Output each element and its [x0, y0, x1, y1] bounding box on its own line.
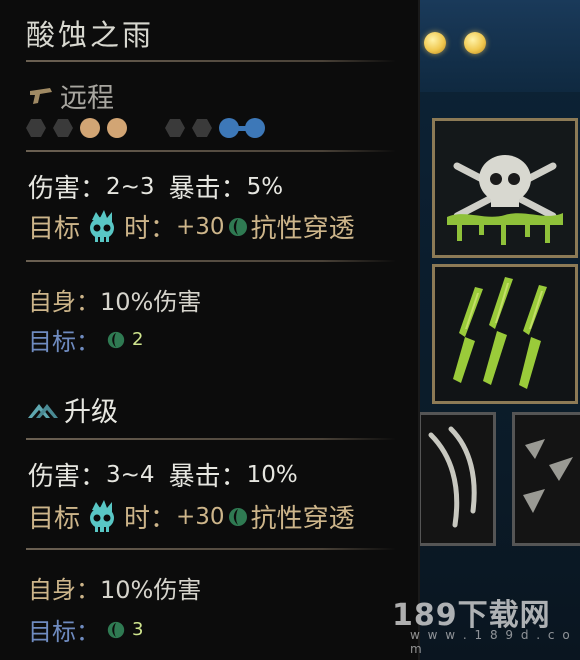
damage-crit-row: 伤害： 2~3 暴击： 5%	[28, 168, 283, 205]
self-value: 10%伤害	[100, 288, 202, 316]
upgrade-label: 升级	[64, 397, 118, 428]
claw-slash-icon	[421, 415, 493, 543]
bonus-label: 抗性穿透	[250, 214, 355, 244]
target-effect-row: 目标： 2	[28, 322, 143, 357]
crit-value: 5%	[246, 173, 284, 200]
launch-position-active	[80, 118, 100, 138]
crit-value: 10%	[246, 461, 298, 488]
target-position-inactive	[165, 119, 185, 137]
resist-icon	[227, 216, 249, 238]
blighted-skull-icon	[84, 499, 120, 534]
crit-label: 暴击：	[168, 462, 247, 492]
divider	[26, 548, 396, 550]
target-position-linked	[219, 118, 265, 138]
divider	[26, 60, 396, 62]
skill-slot-3[interactable]	[418, 412, 496, 546]
upgrade-header: 升级	[28, 390, 118, 429]
target-effect-value: 2	[132, 329, 144, 350]
skill-type: 远程	[28, 76, 114, 115]
target-bonus-row: 目标 时： +30 抗性穿透	[28, 208, 355, 245]
divider	[26, 150, 396, 152]
light-orb-icon	[464, 32, 486, 54]
self-label: 自身：	[28, 288, 100, 316]
skill-tooltip: 酸蚀之雨 远程 伤害： 2~3 暴击： 5% 目标 时： +30 抗性穿透 自身…	[0, 0, 420, 660]
skull-bones-icon	[435, 121, 575, 255]
torch-lights	[424, 32, 486, 54]
self-effect-row: 自身： 10%伤害	[28, 282, 201, 317]
upgrade-target-effect-row: 目标： 3	[28, 612, 143, 647]
damage-value: 3~4	[106, 461, 155, 488]
launch-position-inactive	[53, 119, 73, 137]
divider	[26, 260, 396, 262]
skill-title: 酸蚀之雨	[26, 18, 155, 52]
watermark-url: w w w . 1 8 9 d . c o m	[410, 628, 572, 656]
target-label: 目标	[28, 214, 81, 244]
skill-type-label: 远程	[60, 83, 114, 114]
divider	[26, 438, 396, 440]
target-effect-label: 目标：	[28, 328, 100, 356]
upgrade-damage-crit-row: 伤害： 3~4 暴击： 10%	[28, 456, 298, 493]
target-effect-label: 目标：	[28, 618, 100, 646]
crit-label: 暴击：	[168, 174, 247, 204]
bonus-label: 抗性穿透	[250, 504, 355, 534]
upgrade-target-bonus-row: 目标 时： +30 抗性穿透	[28, 498, 355, 535]
skill-slot-2[interactable]	[432, 264, 578, 404]
damage-label: 伤害：	[28, 174, 107, 204]
bonus-value: +30	[176, 213, 225, 240]
launch-position-inactive	[26, 119, 46, 137]
damage-value: 2~3	[106, 173, 155, 200]
time-label: 时：	[124, 214, 177, 244]
target-position-inactive	[192, 119, 212, 137]
resist-icon	[106, 330, 126, 350]
position-indicators	[26, 118, 265, 138]
launch-position-active	[107, 118, 127, 138]
upgrade-icon	[28, 400, 58, 420]
skill-slot-acid-rain[interactable]	[432, 118, 578, 258]
self-value: 10%伤害	[100, 576, 202, 604]
shards-icon	[515, 415, 580, 543]
blighted-skull-icon	[84, 209, 120, 244]
bonus-value: +30	[176, 503, 225, 530]
self-label: 自身：	[28, 576, 100, 604]
resist-icon	[106, 620, 126, 640]
target-label: 目标	[28, 504, 81, 534]
pistol-icon	[28, 85, 54, 107]
target-effect-value: 3	[132, 619, 144, 640]
resist-icon	[227, 506, 249, 528]
time-label: 时：	[124, 504, 177, 534]
skill-slot-4[interactable]	[512, 412, 580, 546]
acid-drops-icon	[435, 267, 575, 401]
light-orb-icon	[424, 32, 446, 54]
damage-label: 伤害：	[28, 462, 107, 492]
upgrade-self-effect-row: 自身： 10%伤害	[28, 570, 201, 605]
